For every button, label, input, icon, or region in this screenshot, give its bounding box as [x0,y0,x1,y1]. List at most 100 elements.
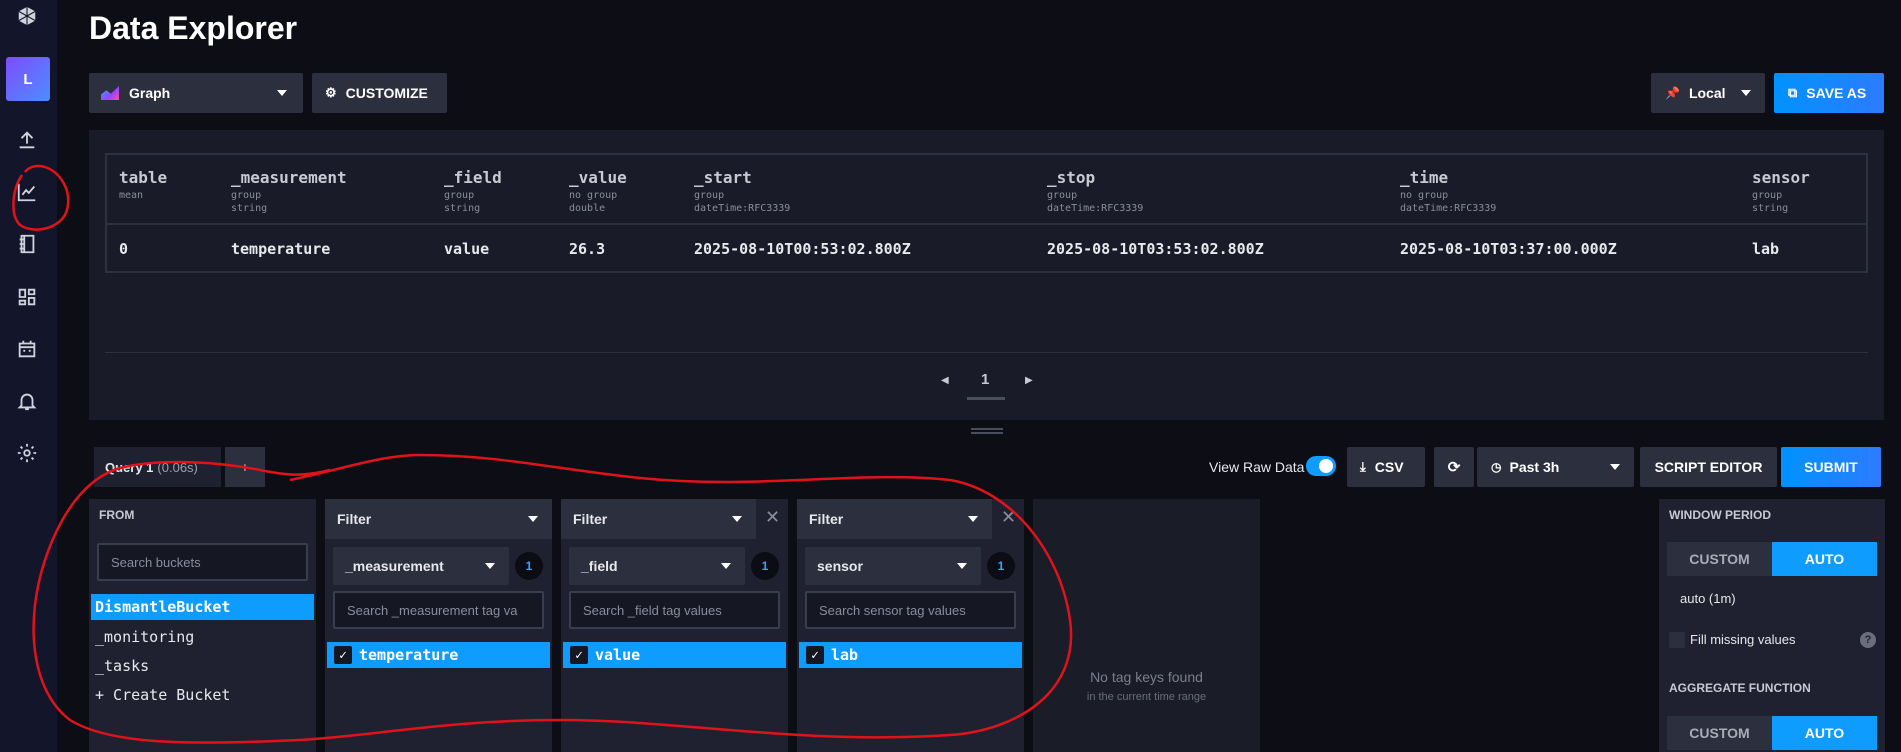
empty-state-title: No tag keys found [1090,669,1203,685]
csv-download-button[interactable]: ⤓ CSV [1347,447,1425,487]
selected-count-badge: 1 [515,552,543,580]
selected-count-badge: 1 [987,552,1015,580]
close-icon[interactable]: ✕ [1001,507,1016,528]
query-tab[interactable]: Query 1 (0.06s) [94,447,221,487]
script-editor-button[interactable]: SCRIPT EDITOR [1640,447,1777,487]
refresh-button[interactable]: ⟳ [1434,447,1474,487]
table-cell: 2025-08-10T00:53:02.800Z [694,240,911,258]
window-period-value: auto (1m) [1680,591,1736,606]
checkbox-checked-icon[interactable]: ✓ [570,646,588,664]
visualization-type-label: Graph [129,85,171,101]
filter-function-dropdown[interactable]: Filter [325,499,552,539]
upload-icon[interactable] [15,128,39,152]
aggregate-function-label: AGGREGATE FUNCTION [1669,681,1811,695]
fill-missing-label[interactable]: Fill missing values [1690,632,1795,647]
tag-key-dropdown[interactable]: _measurement [333,547,509,585]
panel-resize-handle[interactable] [971,428,1003,434]
table-row: 0 temperature value 26.3 2025-08-10T00:5… [107,226,1866,273]
column-name: _field [444,168,502,187]
tag-value-item[interactable]: ✓ temperature [327,642,550,668]
column-type: dateTime:RFC3339 [694,203,791,214]
filter-function-dropdown[interactable]: Filter [797,499,992,539]
search-placeholder: Search _measurement tag va [347,602,518,618]
view-raw-data-toggle[interactable] [1306,456,1336,476]
aggregate-function-toggle: CUSTOM AUTO [1667,716,1877,750]
tag-key-dropdown[interactable]: sensor [805,547,981,585]
create-bucket-item[interactable]: + Create Bucket [95,686,230,704]
timezone-dropdown[interactable]: 📌 Local [1651,73,1765,113]
tag-key-label: _field [581,558,618,574]
tag-value-label: lab [831,646,859,664]
pin-icon: 📌 [1665,86,1680,100]
visualization-type-dropdown[interactable]: Graph [89,73,303,113]
column-name: table [119,168,168,187]
graph-icon [101,86,119,100]
bucket-item[interactable]: _tasks [95,657,149,675]
save-as-label: SAVE AS [1806,85,1867,101]
raw-data-results-panel: table mean _measurement group string _fi… [89,130,1884,420]
results-table: table mean _measurement group string _fi… [105,153,1868,273]
empty-state-subtitle: in the current time range [1086,691,1207,703]
empty-filter-card: No tag keys found in the current time ra… [1033,499,1260,752]
search-tag-values-input[interactable]: Search _field tag values [569,591,780,629]
script-editor-label: SCRIPT EDITOR [1654,459,1763,475]
window-custom-button[interactable]: CUSTOM [1667,542,1772,576]
customize-label: CUSTOMIZE [345,85,428,101]
bucket-name: _tasks [95,657,150,675]
save-as-button[interactable]: ⧉ SAVE AS [1774,73,1884,113]
clock-icon: ◷ [1491,460,1502,474]
tag-value-item[interactable]: ✓ value [563,642,786,668]
add-query-button[interactable]: + [225,447,265,487]
next-page-icon[interactable]: ▶ [1025,375,1033,386]
tag-key-dropdown[interactable]: _field [569,547,745,585]
filter-card-measurement: Filter _measurement 1 Search _measuremen… [325,499,552,752]
settings-gear-icon[interactable] [15,441,39,465]
notebooks-icon[interactable] [15,232,39,256]
search-tag-values-input[interactable]: Search sensor tag values [805,591,1016,629]
column-name: _time [1400,168,1449,187]
column-name: sensor [1752,168,1810,187]
influxdb-logo-icon[interactable] [15,4,39,28]
search-buckets-input[interactable]: Search buckets [97,543,308,581]
prev-page-icon[interactable]: ◀ [941,375,949,386]
timezone-label: Local [1688,85,1726,101]
search-tag-values-input[interactable]: Search _measurement tag va [333,591,544,629]
pagination: ◀ 1 ▶ [89,368,1884,400]
bucket-item-selected[interactable]: DismantleBucket [91,594,314,620]
tasks-calendar-icon[interactable] [15,337,39,361]
time-range-dropdown[interactable]: ◷ Past 3h [1477,447,1634,487]
aggregate-custom-button[interactable]: CUSTOM [1667,716,1772,750]
pager-divider [105,352,1868,353]
chevron-down-icon [1741,90,1751,96]
org-avatar[interactable]: L [6,57,50,101]
column-type: string [231,203,268,214]
column-name: _start [694,168,752,187]
aggregate-auto-button[interactable]: AUTO [1772,716,1877,750]
checkbox-checked-icon[interactable]: ✓ [334,646,352,664]
column-type: dateTime:RFC3339 [1400,203,1497,214]
table-cell: temperature [231,240,331,258]
bucket-item[interactable]: _monitoring [95,628,194,646]
alerts-bell-icon[interactable] [15,389,39,413]
table-cell: 26.3 [569,240,606,258]
data-explorer-icon[interactable] [15,180,39,204]
help-icon[interactable]: ? [1860,632,1876,648]
aggregate-panel: WINDOW PERIOD CUSTOM AUTO auto (1m) Fill… [1659,499,1885,752]
current-page[interactable]: 1 [981,371,989,388]
checkbox-checked-icon[interactable]: ✓ [806,646,824,664]
window-auto-button[interactable]: AUTO [1772,542,1877,576]
tag-value-item[interactable]: ✓ lab [799,642,1022,668]
tag-value-label: temperature [359,646,459,664]
filter-function-dropdown[interactable]: Filter [561,499,756,539]
column-group: group [444,190,475,201]
toggle-knob [1319,459,1333,473]
submit-button[interactable]: SUBMIT [1781,447,1881,487]
close-icon[interactable]: ✕ [765,507,780,528]
bucket-name: DismantleBucket [95,598,231,616]
column-type: double [569,203,606,214]
search-placeholder: Search _field tag values [583,602,722,618]
fill-missing-checkbox[interactable] [1669,632,1685,648]
column-type: dateTime:RFC3339 [1047,203,1144,214]
customize-button[interactable]: ⚙ CUSTOMIZE [312,73,447,113]
dashboards-icon[interactable] [15,285,39,309]
